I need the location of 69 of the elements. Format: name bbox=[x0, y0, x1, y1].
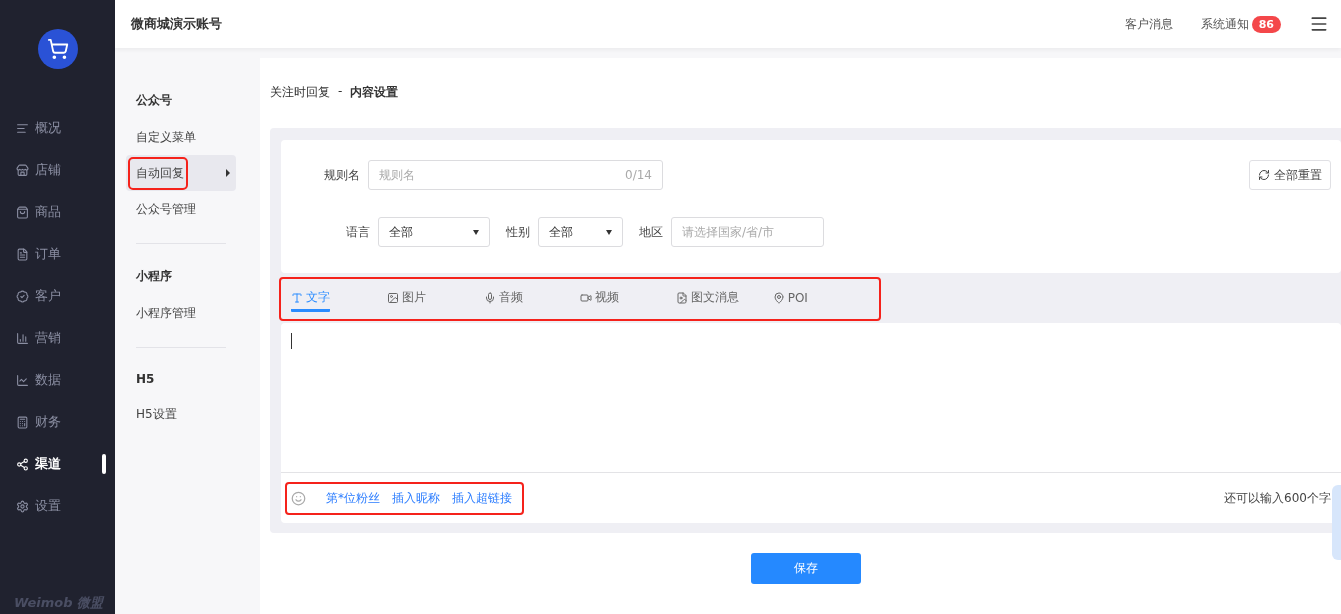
nav-item[interactable]: 营销 bbox=[0, 317, 115, 359]
nav-item[interactable]: 订单 bbox=[0, 233, 115, 275]
logo-icon bbox=[37, 29, 78, 69]
nav-icon bbox=[16, 331, 29, 345]
insert-link[interactable]: 插入超链接 bbox=[452, 489, 512, 507]
nav-icon bbox=[16, 121, 29, 135]
insert-link[interactable]: 第*位粉丝 bbox=[326, 489, 380, 507]
menu-icon[interactable] bbox=[1309, 14, 1329, 34]
tab-icon bbox=[387, 291, 400, 304]
tab-icon bbox=[291, 291, 303, 304]
field-label: 地区 bbox=[639, 223, 663, 241]
insert-link[interactable]: 插入昵称 bbox=[392, 489, 440, 507]
top-link[interactable]: 系统通知 86 bbox=[1200, 15, 1281, 33]
nav-item[interactable]: 数据 bbox=[0, 359, 115, 401]
nav-item[interactable]: 客户 bbox=[0, 275, 115, 317]
nav-icon bbox=[16, 247, 29, 261]
remaining-count: 还可以输入600个字 bbox=[1224, 489, 1331, 507]
section-title: 小程序 bbox=[136, 268, 173, 285]
menu-item[interactable]: 自动回复 bbox=[130, 158, 186, 188]
tab[interactable]: POI bbox=[772, 290, 808, 311]
account-name: 微商城演示账号 bbox=[131, 15, 223, 33]
tab[interactable]: 文字 bbox=[291, 289, 330, 312]
dropdown-arrow-icon bbox=[473, 229, 479, 235]
nav-item[interactable]: 设置 bbox=[0, 485, 115, 527]
refresh-icon bbox=[1258, 169, 1270, 181]
menu-item[interactable]: 公众号管理 bbox=[130, 194, 198, 224]
breadcrumb-separator: - bbox=[338, 84, 343, 100]
nav-icon bbox=[16, 499, 29, 513]
active-indicator bbox=[102, 454, 106, 474]
nav-icon bbox=[16, 415, 29, 429]
nav-item[interactable]: 财务 bbox=[0, 401, 115, 443]
nav-icon bbox=[16, 163, 29, 177]
save-button[interactable]: 保存 bbox=[750, 553, 861, 584]
tab-icon bbox=[772, 291, 785, 304]
side-tab[interactable] bbox=[1332, 485, 1341, 560]
dropdown-arrow-icon bbox=[606, 229, 612, 235]
menu-item[interactable]: 小程序管理 bbox=[130, 298, 198, 328]
field-label: 语言 bbox=[345, 223, 370, 241]
breadcrumb-current: 内容设置 bbox=[350, 84, 399, 101]
tab[interactable]: 视频 bbox=[580, 289, 619, 312]
nav-item[interactable]: 渠道 bbox=[0, 443, 115, 485]
nav-item[interactable]: 商品 bbox=[0, 191, 115, 233]
notification-badge: 86 bbox=[1251, 15, 1281, 33]
top-link[interactable]: 客户消息 bbox=[1124, 15, 1173, 33]
menu-item[interactable]: H5设置 bbox=[130, 399, 179, 429]
menu-item[interactable]: 自定义菜单 bbox=[130, 122, 198, 152]
tab-icon bbox=[676, 291, 689, 304]
tab[interactable]: 图片 bbox=[387, 289, 427, 312]
breadcrumb-link[interactable]: 关注时回复 bbox=[270, 84, 330, 128]
section-title: 公众号 bbox=[136, 92, 173, 109]
caret-icon bbox=[226, 169, 230, 177]
section-title: H5 bbox=[136, 371, 156, 388]
emoji-icon[interactable] bbox=[291, 490, 306, 506]
nav-icon bbox=[16, 373, 29, 387]
select-field[interactable]: 全部 bbox=[378, 217, 490, 247]
field-label: 性别 bbox=[506, 223, 530, 241]
tab-icon bbox=[580, 291, 592, 304]
field-label: 规则名 bbox=[324, 166, 360, 184]
char-counter: 0/14 bbox=[625, 168, 652, 182]
nav-icon bbox=[16, 457, 29, 471]
reset-button[interactable]: 全部重置 bbox=[1249, 160, 1331, 190]
tab-icon bbox=[483, 291, 496, 304]
tab[interactable]: 音频 bbox=[483, 289, 523, 312]
tab[interactable]: 图文消息 bbox=[676, 289, 740, 312]
nav-item[interactable]: 店铺 bbox=[0, 149, 115, 191]
nav-item[interactable]: 概况 bbox=[0, 107, 115, 149]
select-field[interactable]: 全部 bbox=[538, 217, 623, 247]
nav-icon bbox=[16, 289, 29, 303]
nav-icon bbox=[16, 205, 29, 219]
